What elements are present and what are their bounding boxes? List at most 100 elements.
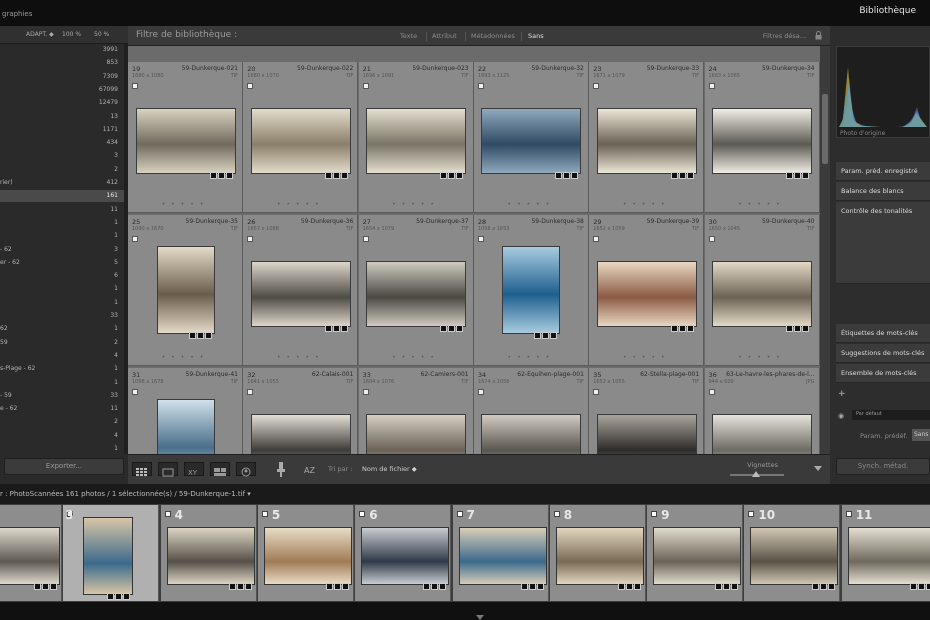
folder-row[interactable]: 1171 [0,124,124,136]
frame-flag-checkbox[interactable] [553,511,560,517]
folder-row[interactable]: 1 [0,230,124,242]
grid-cell[interactable]: 27 59-Dunkerque-37 1654 x 1079 TIF ••••• [358,215,474,366]
photo-thumbnail[interactable] [596,261,697,332]
flag-checkbox[interactable] [477,236,484,242]
grid-view-button[interactable] [132,462,152,476]
flag-checkbox[interactable] [593,389,600,395]
folder-row[interactable]: 4 [0,350,124,362]
grid-cell[interactable]: 20 59-Dunkerque-022 1680 x 1070 TIF ••••• [243,62,359,213]
flag-checkbox[interactable] [132,389,138,395]
grid-cell[interactable]: 30 59-Dunkerque-40 1650 x 1045 TIF ••••• [704,215,820,366]
frame-flag-checkbox[interactable] [651,511,658,517]
flag-checkbox[interactable] [593,236,600,242]
rating-stars[interactable]: ••••• [589,201,704,208]
folder-row[interactable]: 434 [0,137,124,149]
rating-stars[interactable]: ••••• [243,201,358,208]
adapt-button[interactable]: ADAPT. ◆ [26,31,54,38]
flag-checkbox[interactable] [362,389,369,395]
frame-thumbnail[interactable] [555,527,644,590]
grid-cell[interactable]: 28 59-Dunkerque-38 1058 x 1653 TIF ••••• [473,215,589,366]
folder-row[interactable]: 13 [0,111,124,123]
keyword-tags-row[interactable]: Étiquettes de mots-clés [836,324,930,343]
folder-row[interactable]: 4 [0,430,124,442]
toolbar-menu-icon[interactable] [814,466,822,472]
frame-flag-checkbox[interactable] [845,511,852,517]
frame-thumbnail[interactable] [750,527,839,590]
tone-control-row[interactable]: Contrôle des tonalités [836,202,930,284]
photo-thumbnail[interactable] [712,414,812,454]
folder-row[interactable]: 6 [0,270,124,282]
flag-checkbox[interactable] [477,389,484,395]
filmstrip-frame[interactable]: 4 [160,505,257,601]
folder-row[interactable]: 11 [0,204,124,216]
photo-thumbnail[interactable] [135,108,236,179]
module-library-link[interactable]: Bibliothèque [859,6,916,16]
folder-row[interactable]: 1 [0,297,124,309]
folder-row[interactable]: 3 [0,150,124,162]
frame-flag-checkbox[interactable] [261,511,268,517]
people-view-button[interactable] [236,462,256,477]
filmstrip-frame[interactable]: 6 [355,505,452,601]
photo-thumbnail[interactable] [502,246,561,339]
grid-scrollbar[interactable] [820,46,830,454]
flag-checkbox[interactable] [708,83,715,89]
sync-metadata-button[interactable]: Synch. métad. [836,458,930,475]
flag-checkbox[interactable] [477,83,484,89]
compare-view-button[interactable]: XY [184,462,204,477]
grid-cell[interactable]: 3159-Dunkerque-411098 x 1678TIF••••• [128,368,243,454]
frame-thumbnail[interactable] [263,527,352,590]
filter-metadata[interactable]: Métadonnées [471,32,515,40]
flag-checkbox[interactable] [247,83,254,89]
filmstrip-frame[interactable]: 9 [647,505,744,601]
folder-row[interactable]: - 62 3 [0,244,124,256]
add-icon[interactable]: + [838,389,846,399]
folder-row[interactable]: - 59 33 [0,390,124,402]
folder-row[interactable]: 1 [0,443,124,455]
filter-attribute[interactable]: Attribut [432,32,457,40]
filmstrip-frame[interactable]: 5 [257,505,354,601]
photo-thumbnail[interactable] [366,261,467,332]
rating-stars[interactable]: ••••• [128,354,243,361]
original-photo-toggle[interactable]: Photo d'origine [840,130,885,137]
filmstrip-frame[interactable]: 3 [63,505,160,601]
loupe-view-button[interactable] [158,462,178,477]
frame-thumbnail[interactable] [361,527,450,590]
frame-flag-checkbox[interactable] [748,511,755,517]
frame-flag-checkbox[interactable] [164,511,171,517]
folder-row[interactable]: s-Plage - 62 1 [0,363,124,375]
filmstrip-frame[interactable]: 8 [549,505,646,601]
expand-filmstrip-icon[interactable] [476,615,484,620]
grid-cell[interactable]: 19 59-Dunkerque-021 1680 x 1080 TIF ••••• [128,62,243,213]
folder-row[interactable]: 33 [0,310,124,322]
photo-thumbnail[interactable] [156,399,215,454]
rating-stars[interactable]: ••••• [128,201,243,208]
filmstrip-frame[interactable]: 7 [452,505,549,601]
filter-presets-dropdown[interactable]: Filtres désa... [763,32,806,40]
grid-cell[interactable]: 21 59-Dunkerque-023 1696 x 1091 TIF ••••• [358,62,474,213]
photo-thumbnail[interactable] [250,414,351,454]
photo-thumbnail[interactable] [156,246,215,339]
flag-checkbox[interactable] [708,389,715,395]
filmstrip-frame[interactable]: 10 [744,505,841,601]
flag-checkbox[interactable] [362,83,369,89]
grid-cell[interactable]: 23 59-Dunkerque-33 1671 x 1079 TIF ••••• [589,62,705,213]
keyword-suggestions-row[interactable]: Suggestions de mots-clés [836,344,930,363]
photo-thumbnail[interactable] [366,108,467,179]
painter-icon[interactable] [276,461,286,478]
grid-cell[interactable]: 3462-Equihen-plage-0011674 x 1056TIF••••… [473,368,589,454]
frame-thumbnail[interactable] [653,527,742,590]
flag-checkbox[interactable] [132,83,138,89]
lock-icon[interactable] [815,31,822,40]
folder-row[interactable]: 7309 [0,71,124,83]
survey-view-button[interactable] [210,462,230,476]
rating-stars[interactable]: ••••• [705,201,820,208]
rating-stars[interactable]: ••••• [474,354,589,361]
grid-cell[interactable]: 36 63-Le-havre-les-phares-de-l... 944 x 60… [704,368,820,454]
keyword-set-row[interactable]: Ensemble de mots-clés [836,364,930,383]
flag-checkbox[interactable] [593,83,600,89]
sort-direction-icon[interactable]: AZ [304,463,322,476]
folder-row[interactable]: e - 62 11 [0,403,124,415]
flag-checkbox[interactable] [708,236,715,242]
rating-stars[interactable]: ••••• [243,354,358,361]
grid-cell[interactable]: 24 59-Dunkerque-34 1663 x 1065 TIF ••••• [704,62,820,213]
